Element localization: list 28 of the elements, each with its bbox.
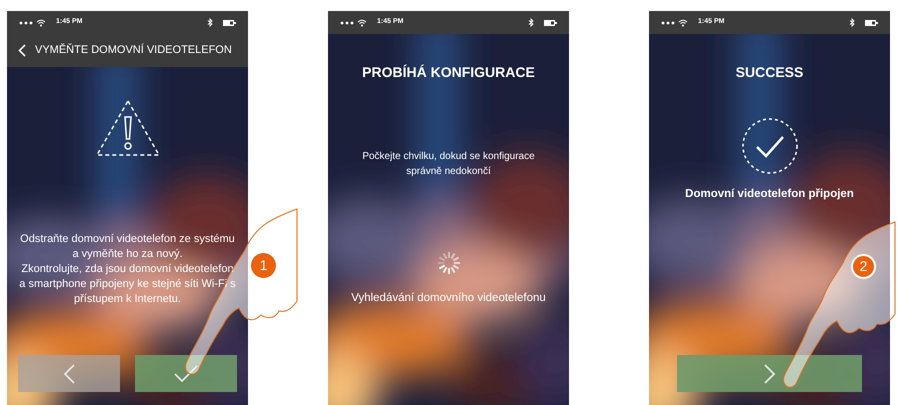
instruction-text: Odstraňte domovní videotelefon ze systému a vyměňte ho za nový. Zkontrolujte, zda jsou domovní videotelefon a smartphone připojeny ke stejné síti Wi-Fi s přístupem k Internetu. bbox=[19, 232, 236, 307]
header-title: VYMĚŇTE DOMOVNÍ VIDEOTELEFON bbox=[35, 42, 232, 58]
signal-dots-icon bbox=[340, 20, 354, 24]
screen-title: PROBÍHÁ KONFIGURACE bbox=[362, 63, 535, 82]
success-check-icon bbox=[740, 117, 798, 175]
confirm-button[interactable] bbox=[135, 355, 237, 392]
battery-icon bbox=[223, 20, 236, 26]
bluetooth-icon bbox=[528, 18, 534, 27]
signal-dots-icon bbox=[661, 20, 675, 24]
next-button[interactable] bbox=[677, 355, 862, 392]
checkmark-icon bbox=[174, 364, 198, 382]
wait-text: Počkejte chvilku, dokud se konfigurace správně nedokončí bbox=[362, 150, 535, 179]
loading-spinner-icon bbox=[436, 251, 460, 275]
bluetooth-icon bbox=[849, 18, 855, 27]
wifi-icon bbox=[678, 18, 688, 26]
battery-icon bbox=[865, 20, 878, 26]
signal-dots-icon bbox=[19, 20, 33, 24]
connected-text: Domovní videotelefon připojen bbox=[685, 187, 854, 202]
back-icon[interactable] bbox=[18, 44, 26, 57]
step-badge: 1 bbox=[251, 253, 276, 278]
bluetooth-icon bbox=[207, 18, 213, 27]
wifi-icon bbox=[357, 18, 367, 26]
battery-icon bbox=[544, 20, 557, 26]
back-button[interactable] bbox=[18, 355, 120, 392]
search-status-text: Vyhledávání domovního videotelefonu bbox=[351, 291, 546, 306]
screen-title: SUCCESS bbox=[736, 63, 804, 82]
wifi-icon bbox=[36, 18, 46, 26]
warning-icon bbox=[94, 99, 160, 157]
